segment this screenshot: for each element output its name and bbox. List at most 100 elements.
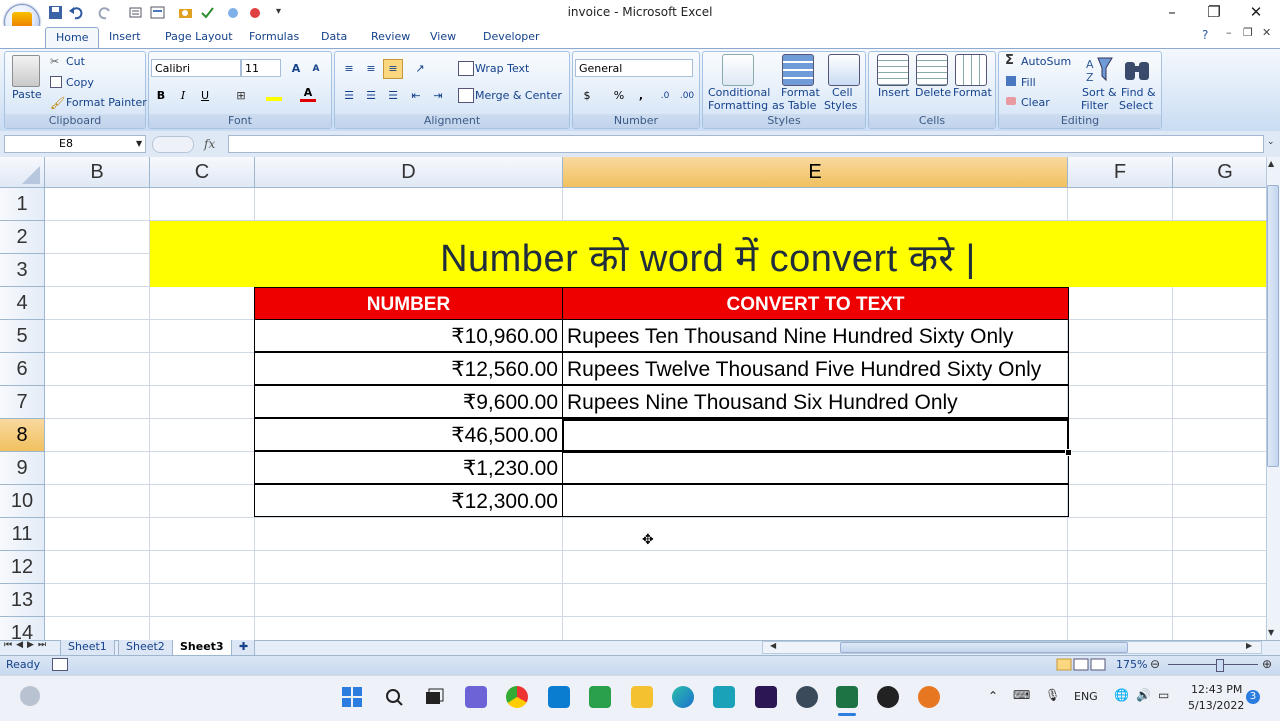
delete-cells-button[interactable]: Delete [915,86,951,99]
format-painter-button[interactable]: Format Painter [66,96,147,109]
text-cell[interactable]: Rupees Nine Thousand Six Hundred Only [562,385,1069,418]
font-color-icon[interactable]: A [300,86,316,102]
fill-handle[interactable] [1065,449,1072,456]
italic-button[interactable]: I [173,86,193,106]
sheet-nav-icon[interactable]: ⏮◀▶⏭ [4,640,50,650]
row-header[interactable]: 1 [0,188,45,221]
align-middle-icon[interactable]: ≡ [361,59,381,79]
ribbon-restore-icon[interactable]: ❐ [1243,26,1253,39]
row-header[interactable]: 14 [0,617,45,640]
conditional-formatting-label-2[interactable]: Formatting [708,99,768,112]
font-size-select[interactable]: 11 [241,59,281,77]
text-cell[interactable]: Rupees Ten Thousand Nine Hundred Sixty O… [562,319,1069,352]
scroll-down-icon[interactable]: ▼ [1268,628,1274,637]
number-cell[interactable]: ₹12,300.00 [254,484,563,517]
convert-to-text-header[interactable]: CONVERT TO TEXT [562,287,1069,320]
bold-button[interactable]: B [151,86,171,106]
text-cell[interactable]: Rupees Twelve Thousand Five Hundred Sixt… [562,352,1069,385]
fill-color-icon[interactable] [266,87,282,101]
name-box-dropdown-icon[interactable]: ▼ [136,139,142,148]
formula-input[interactable] [228,135,1264,153]
text-cell[interactable] [562,484,1069,517]
clock-time[interactable]: 12:43 PM [1191,683,1242,696]
expand-formula-bar-icon[interactable]: ⌄ [1267,137,1275,147]
zoom-slider-thumb[interactable] [1216,659,1224,672]
underline-button[interactable]: U [195,86,215,106]
audition-icon[interactable] [918,686,940,708]
wrap-text-button[interactable]: Wrap Text [475,62,529,75]
number-format-select[interactable]: General [575,59,693,77]
search-icon[interactable] [383,686,405,708]
format-as-table-label-1[interactable]: Format [781,86,820,99]
paste-icon[interactable] [12,55,40,87]
orientation-icon[interactable]: ↗ [410,59,430,79]
tab-developer[interactable]: Developer [473,27,550,47]
ribbon-minimize-icon[interactable]: – [1226,26,1232,39]
format-cells-button[interactable]: Format [953,86,992,99]
copy-button[interactable]: Copy [66,76,94,89]
select-all-corner[interactable] [0,157,45,188]
chrome-icon[interactable] [506,686,528,708]
text-cell[interactable] [562,451,1069,484]
grow-font-icon[interactable]: A [286,59,306,79]
tab-data[interactable]: Data [311,27,357,47]
outlook-icon[interactable] [548,686,570,708]
row-header[interactable]: 10 [0,485,45,518]
insert-sheet-icon[interactable]: ✚ [231,640,255,656]
insert-function-button[interactable]: fx [204,137,215,151]
scroll-left-icon[interactable]: ◀ [770,641,776,650]
paste-button[interactable]: Paste [12,88,42,101]
tab-home[interactable]: Home [45,27,100,49]
scroll-right-icon[interactable]: ▶ [1246,641,1252,650]
horizontal-scroll-thumb[interactable] [840,642,1128,653]
column-header-f[interactable]: F [1068,157,1173,188]
banner-cell[interactable]: Number को word में convert करे | [150,221,1266,287]
tab-view[interactable]: View [420,27,466,47]
number-cell[interactable]: ₹12,560.00 [254,352,563,385]
remote-desktop-icon[interactable] [713,686,735,708]
name-box[interactable]: E8 [4,135,146,153]
column-header-e[interactable]: E [563,157,1068,188]
row-header-selected[interactable]: 8 [0,419,45,452]
increase-indent-icon[interactable]: ⇥ [428,86,448,106]
zoom-slider[interactable] [1168,664,1258,665]
vertical-scroll-thumb[interactable] [1267,185,1279,467]
obs-icon[interactable] [877,686,899,708]
worksheet-grid[interactable]: B C D E F G 1 2 3 4 5 6 7 8 9 10 11 12 1… [0,157,1266,640]
row-header[interactable]: 2 [0,221,45,254]
merge-center-button[interactable]: Merge & Center [475,89,562,102]
help-icon[interactable]: ? [1202,28,1208,42]
number-cell[interactable]: ₹10,960.00 [254,319,563,352]
conditional-formatting-label-1[interactable]: Conditional [708,86,770,99]
ribbon-close-icon[interactable]: ✕ [1262,26,1271,39]
align-bottom-icon[interactable]: ≡ [383,59,403,79]
file-explorer-icon[interactable] [631,686,653,708]
tab-formulas[interactable]: Formulas [239,27,309,47]
row-header[interactable]: 13 [0,584,45,617]
number-cell[interactable]: ₹9,600.00 [254,385,563,418]
column-header-g[interactable]: G [1173,157,1266,188]
excel-icon[interactable] [836,686,858,708]
row-header[interactable]: 4 [0,287,45,320]
minimize-button[interactable]: – [1152,2,1192,24]
insert-cells-button[interactable]: Insert [878,86,910,99]
shrink-font-icon[interactable]: A [306,59,326,79]
tab-page-layout[interactable]: Page Layout [155,27,243,47]
microphone-icon[interactable]: 🎙 [1045,688,1060,702]
clock-date[interactable]: 5/13/2022 [1188,699,1244,712]
task-view-icon[interactable] [423,686,445,708]
cell-styles-label-2[interactable]: Styles [824,99,857,112]
sort-filter-label-1[interactable]: Sort & [1082,86,1117,99]
sheet-tab-sheet3[interactable]: Sheet3 [172,640,232,656]
sheet-tab-sheet1[interactable]: Sheet1 [60,640,115,656]
column-header-c[interactable]: C [150,157,255,188]
os-icon[interactable] [20,686,40,706]
language-indicator[interactable]: ENG [1074,690,1098,703]
row-header[interactable]: 6 [0,353,45,386]
fill-button[interactable]: Fill [1021,76,1036,89]
scroll-up-icon[interactable]: ▲ [1268,159,1274,168]
percent-button[interactable]: % [609,86,629,106]
start-icon[interactable] [341,686,363,708]
cell-styles-label-1[interactable]: Cell [832,86,853,99]
number-cell[interactable]: ₹46,500.00 [254,418,563,451]
